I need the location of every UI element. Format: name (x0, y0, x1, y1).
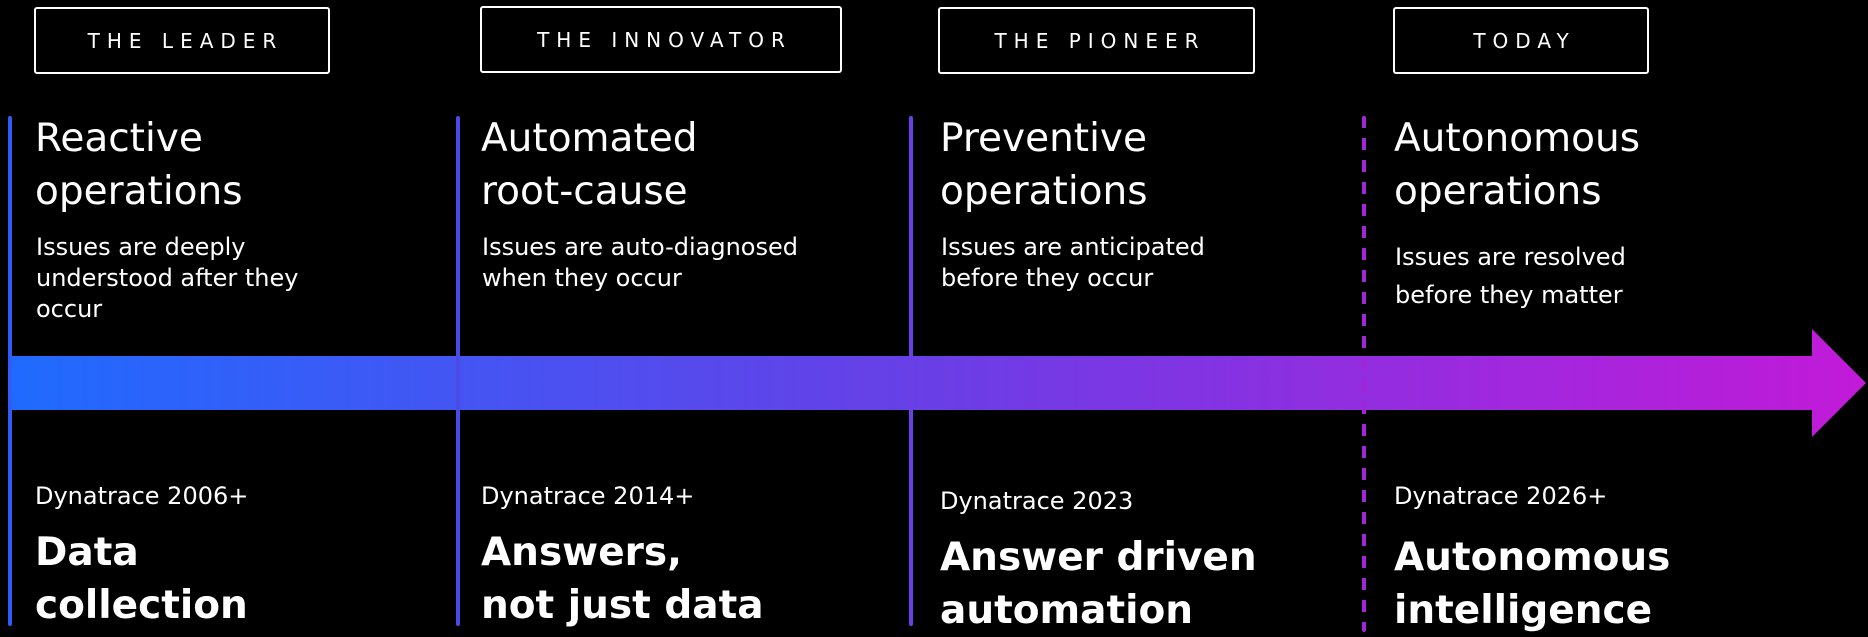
stage-divider-line-pioneer (909, 116, 913, 626)
stage-description-leader: Issues are deeply understood after they … (36, 233, 299, 323)
stage-outcome-leader: Data collection (35, 530, 248, 628)
stage-outcome-pioneer: Answer driven automation (940, 535, 1257, 633)
stage-badge-innovator: THE INNOVATOR (480, 6, 842, 73)
stage-year-pioneer: Dynatrace 2023 (940, 487, 1134, 515)
stage-divider-line-innovator (456, 116, 460, 626)
stage-title-today: Autonomous operations (1394, 116, 1641, 214)
stage-description-pioneer: Issues are anticipated before they occur (941, 233, 1205, 292)
stage-outcome-today: Autonomous intelligence (1394, 535, 1671, 633)
stage-divider-line-leader (8, 116, 12, 626)
stage-badge-today: TODAY (1393, 7, 1649, 74)
stage-divider-line-today (1362, 116, 1366, 632)
stage-title-innovator: Automated root-cause (481, 116, 698, 214)
stage-year-innovator: Dynatrace 2014+ (481, 482, 695, 510)
stage-year-leader: Dynatrace 2006+ (35, 482, 249, 510)
stage-year-today: Dynatrace 2026+ (1394, 482, 1608, 510)
timeline-arrow (8, 329, 1866, 437)
stage-description-innovator: Issues are auto-diagnosed when they occu… (482, 233, 798, 292)
timeline-diagram: THE LEADER Reactive operations Issues ar… (0, 0, 1868, 633)
stage-badge-pioneer: THE PIONEER (938, 7, 1255, 74)
stage-title-pioneer: Preventive operations (940, 116, 1148, 214)
timeline-arrow-shape (8, 329, 1866, 437)
stage-title-leader: Reactive operations (35, 116, 243, 214)
stage-description-today: Issues are resolved before they matter (1395, 243, 1626, 309)
stage-badge-leader: THE LEADER (34, 7, 330, 74)
stage-outcome-innovator: Answers, not just data (481, 530, 764, 628)
